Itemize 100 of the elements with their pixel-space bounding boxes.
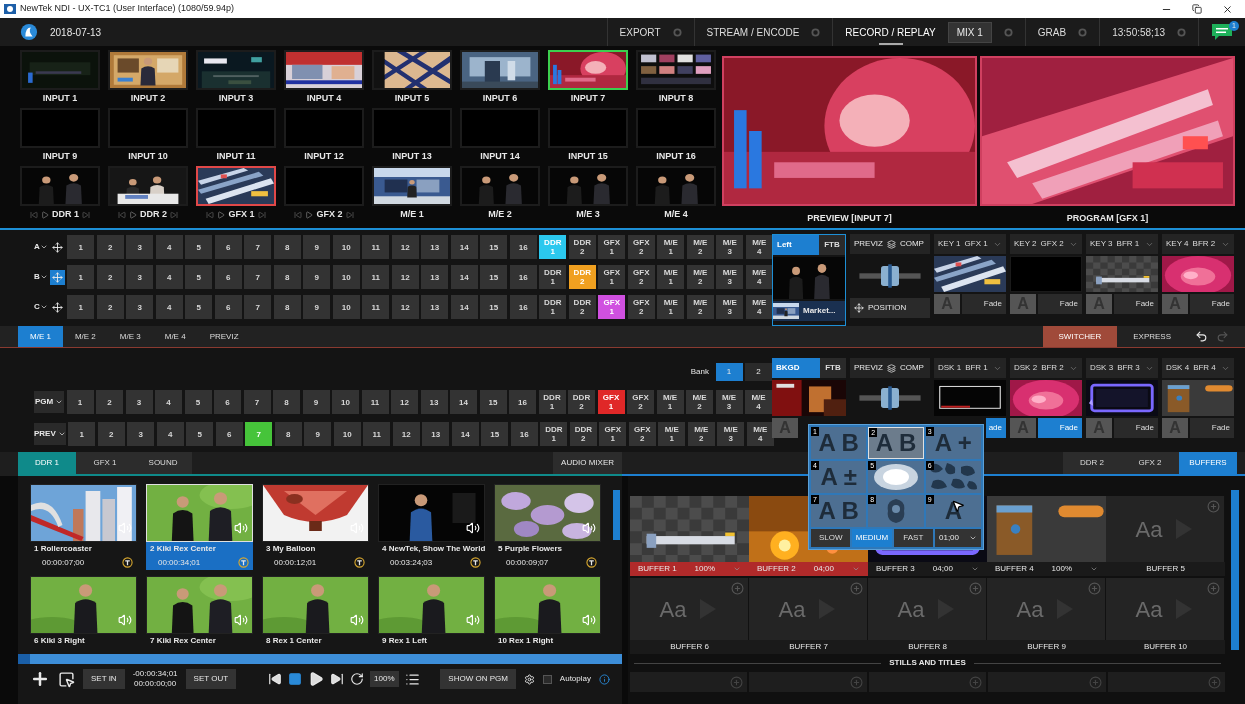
source-button[interactable]: M/E 1 <box>657 235 685 259</box>
trim-icon[interactable] <box>470 557 481 568</box>
clip-info[interactable]: 5 Purple Flowers 00:00:09;07 <box>494 542 601 570</box>
trim-icon[interactable] <box>122 557 133 568</box>
source-button[interactable]: 16 <box>510 422 538 446</box>
source-button[interactable]: 13 <box>421 295 449 319</box>
source-button[interactable]: 16 <box>509 265 537 289</box>
source-button[interactable]: 4 <box>155 295 183 319</box>
key-header[interactable]: DSK 3 BFR 3 <box>1086 358 1158 378</box>
buffer-label-bar[interactable]: BUFFER 6 <box>630 640 749 654</box>
source-button[interactable]: GFX 1 <box>597 390 625 414</box>
source-button[interactable]: GFX 2 <box>627 295 655 319</box>
redo-icon[interactable] <box>1216 330 1229 343</box>
loop-icon[interactable] <box>350 672 365 686</box>
transition-button[interactable]: Fade <box>1038 418 1082 438</box>
source-button[interactable]: 1 <box>66 390 94 414</box>
set-in-button[interactable]: SET IN <box>83 669 125 689</box>
source-button[interactable]: 9 <box>303 265 331 289</box>
bus-selector[interactable]: PREV <box>34 423 66 445</box>
autoplay-checkbox[interactable] <box>542 674 552 684</box>
source-button[interactable]: DDR 2 <box>568 235 596 259</box>
source-button[interactable]: 5 <box>185 235 213 259</box>
source-button[interactable]: 12 <box>391 295 419 319</box>
clip-info[interactable]: 10 Rex 1 Right <box>494 634 601 647</box>
position-icon[interactable] <box>49 299 65 315</box>
key-header[interactable]: DSK 2 BFR 2 <box>1010 358 1082 378</box>
media-tab[interactable]: DDR 1 <box>18 452 76 474</box>
source-button[interactable]: 6 <box>214 390 241 414</box>
source-button[interactable]: GFX 2 <box>627 390 654 414</box>
source-button[interactable]: M/E 2 <box>686 295 714 319</box>
buffer-label-bar[interactable]: BUFFER 5 <box>1106 562 1225 576</box>
media-tab[interactable]: GFX 2 <box>1121 452 1179 474</box>
source-button[interactable]: 2 <box>96 235 124 259</box>
source-button[interactable]: GFX 1 <box>598 265 626 289</box>
mode-tab[interactable]: SWITCHER <box>1042 326 1118 347</box>
source-button[interactable]: M/E 4 <box>746 422 774 446</box>
bank-button[interactable]: 1 <box>715 363 743 381</box>
source-button[interactable]: M/E 2 <box>686 235 714 259</box>
source-button[interactable]: 6 <box>215 422 243 446</box>
select-icon[interactable] <box>58 670 75 688</box>
source-button[interactable]: 13 <box>420 390 448 414</box>
source-button[interactable]: 16 <box>509 390 536 414</box>
panel-tab[interactable]: Left <box>773 235 819 255</box>
source-button[interactable]: M/E 1 <box>658 422 686 446</box>
trim-icon[interactable] <box>586 557 597 568</box>
panel-tab[interactable]: FTB <box>820 358 846 378</box>
buffer-label-bar[interactable]: BUFFER 8 <box>868 640 987 654</box>
source-button[interactable]: 14 <box>450 390 477 414</box>
show-on-pgm-button[interactable]: SHOW ON PGM <box>440 669 516 689</box>
buffer-label-bar[interactable]: BUFFER 2 04;00 <box>749 562 868 576</box>
buffer-label-bar[interactable]: BUFFER 4 100% <box>987 562 1106 576</box>
source-button[interactable]: 12 <box>392 422 420 446</box>
duration-dropdown[interactable]: 01;00 <box>935 529 981 547</box>
scrollbar[interactable] <box>613 490 620 540</box>
buffer-label-bar[interactable]: BUFFER 3 04;00 <box>868 562 987 576</box>
key-header[interactable]: KEY 2 GFX 2 <box>1010 234 1082 254</box>
source-button[interactable]: 5 <box>185 265 213 289</box>
layers-icon[interactable] <box>886 363 896 373</box>
buffer-label-bar[interactable]: BUFFER 1 100% <box>630 562 749 576</box>
panel-tab[interactable]: BKGD <box>772 358 820 378</box>
settings-icon[interactable] <box>523 673 535 685</box>
me-tab[interactable]: M/E 1 <box>18 326 63 347</box>
menu-tab[interactable]: EXPORT <box>619 18 661 46</box>
mode-tab[interactable]: EXPRESS <box>1117 326 1187 347</box>
close-icon[interactable] <box>1222 3 1233 15</box>
source-button[interactable]: 8 <box>273 265 301 289</box>
source-button[interactable]: 8 <box>273 390 300 414</box>
source-button[interactable]: DDR 1 <box>539 265 567 289</box>
source-button[interactable]: M/E 3 <box>716 295 744 319</box>
source-button[interactable]: 15 <box>479 390 507 414</box>
source-button[interactable]: 2 <box>96 390 123 414</box>
source-button[interactable]: 11 <box>361 390 389 414</box>
source-button[interactable]: GFX 2 <box>628 422 656 446</box>
source-button[interactable]: M/E 2 <box>686 390 713 414</box>
stop-icon[interactable] <box>288 672 303 686</box>
source-button[interactable]: M/E 4 <box>745 390 772 414</box>
media-tab[interactable]: SOUND <box>134 452 192 474</box>
source-button[interactable]: 6 <box>214 295 242 319</box>
clip-info[interactable]: 4 NewTek, Show The World 00:03:24;03 <box>378 542 485 570</box>
clip-info[interactable]: 9 Rex 1 Left <box>378 634 485 647</box>
transition-button[interactable]: Fade <box>1114 418 1158 438</box>
source-button[interactable]: 3 <box>126 265 154 289</box>
menu-tab[interactable]: STREAM / ENCODE <box>706 18 800 46</box>
source-button[interactable]: 14 <box>450 235 478 259</box>
source-button[interactable]: DDR 2 <box>569 422 597 446</box>
source-button[interactable]: 9 <box>304 422 332 446</box>
source-button[interactable]: 5 <box>185 295 213 319</box>
status-icon[interactable] <box>1003 27 1013 37</box>
me-tab[interactable]: M/E 3 <box>107 326 153 347</box>
source-button[interactable]: 2 <box>96 295 124 319</box>
source-button[interactable]: 14 <box>450 295 478 319</box>
source-button[interactable]: 12 <box>391 390 418 414</box>
key-header[interactable]: KEY 4 BFR 2 <box>1162 234 1234 254</box>
position-icon[interactable] <box>49 269 65 285</box>
bank-button[interactable]: 2 <box>745 363 772 381</box>
me-tab[interactable]: M/E 4 <box>152 326 198 347</box>
source-button[interactable]: M/E 3 <box>717 422 745 446</box>
position-icon[interactable] <box>49 239 65 255</box>
source-button[interactable]: DDR 2 <box>568 390 595 414</box>
source-button[interactable]: 9 <box>303 295 331 319</box>
